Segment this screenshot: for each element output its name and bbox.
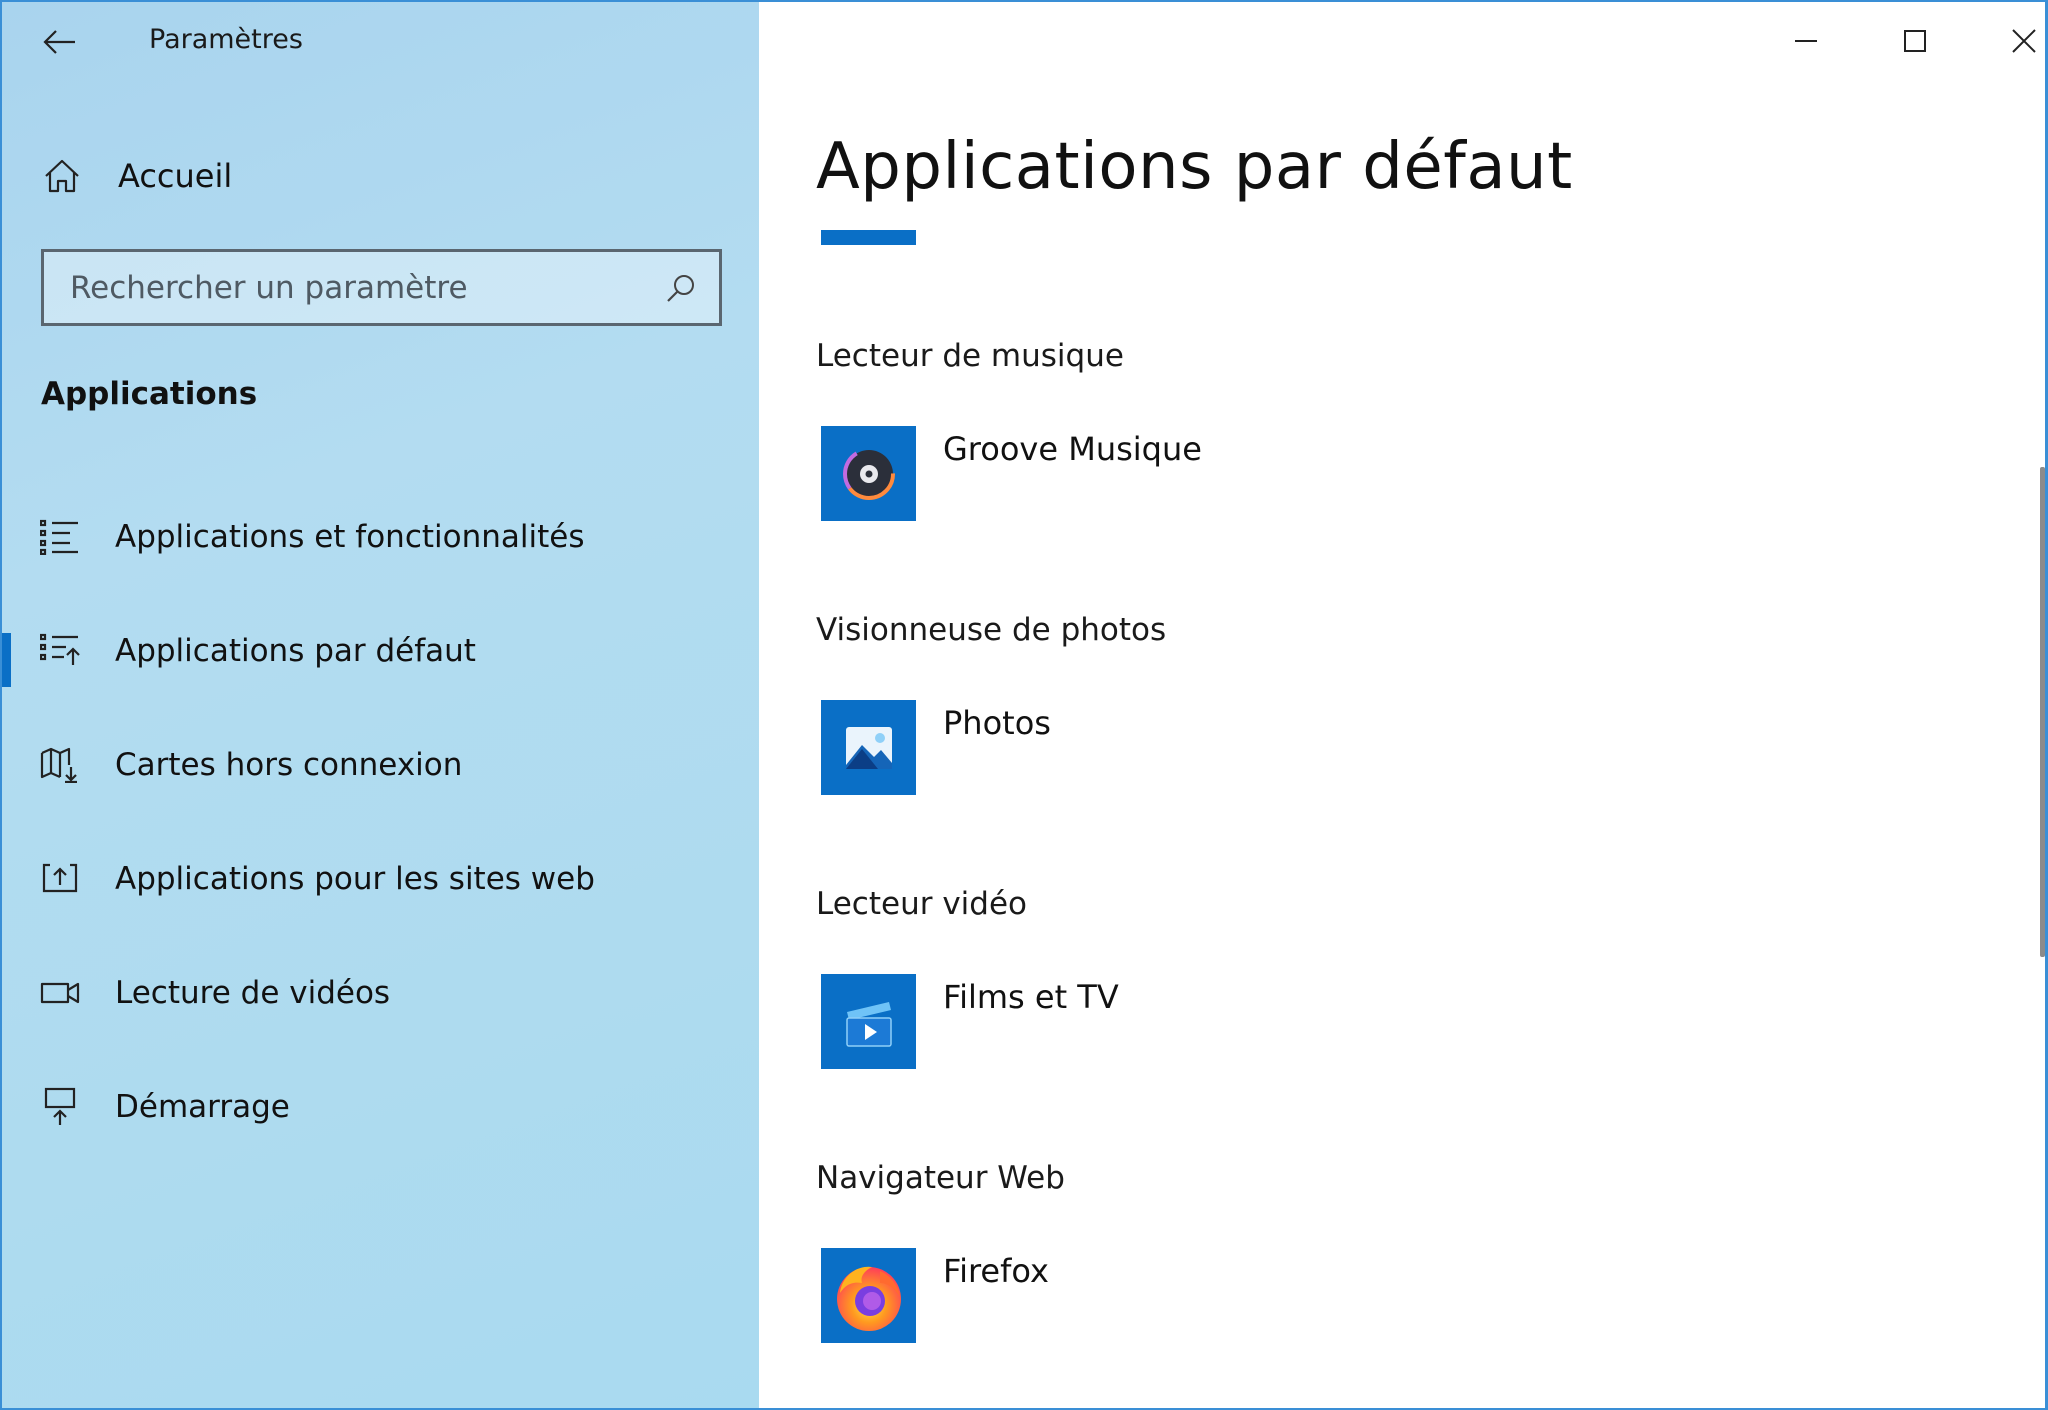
- section-title: Applications: [41, 376, 258, 412]
- category-label: Navigateur Web: [816, 1160, 1065, 1196]
- search-input[interactable]: Rechercher un paramètre: [41, 249, 722, 326]
- sidebar-item-label: Cartes hors connexion: [115, 747, 463, 783]
- search-icon[interactable]: [661, 268, 701, 308]
- sidebar-item-label: Applications par défaut: [115, 633, 476, 669]
- search-placeholder: Rechercher un paramètre: [70, 269, 468, 306]
- films-tv-icon: [821, 974, 916, 1069]
- sidebar-item-label: Applications et fonctionnalités: [115, 519, 585, 555]
- default-app-video[interactable]: Films et TV: [821, 974, 1521, 1070]
- groove-icon: [821, 426, 916, 521]
- sidebar-item-label: Lecture de vidéos: [115, 975, 391, 1011]
- default-app-music[interactable]: Groove Musique: [821, 426, 1521, 522]
- startup-icon: [38, 1085, 82, 1129]
- maximize-icon: [1904, 30, 1926, 52]
- map-download-icon: [38, 743, 82, 787]
- default-app-name: Firefox: [943, 1252, 1049, 1290]
- video-icon: [38, 971, 82, 1015]
- sidebar-item-video-playback[interactable]: Lecture de vidéos: [2, 936, 759, 1050]
- sidebar: Paramètres Accueil Rechercher un paramèt…: [2, 2, 759, 1408]
- maximize-button[interactable]: [1880, 14, 1950, 68]
- default-app-browser[interactable]: Firefox: [821, 1248, 1521, 1344]
- sidebar-item-label: Applications pour les sites web: [115, 861, 595, 897]
- sidebar-item-websites-apps[interactable]: Applications pour les sites web: [2, 822, 759, 936]
- scrollbar[interactable]: [2040, 467, 2045, 957]
- default-app-photos[interactable]: Photos: [821, 700, 1521, 796]
- main-panel: Applications par défaut Lecteur de musiq…: [759, 2, 2045, 1408]
- website-app-icon: [38, 857, 82, 901]
- photos-icon: [821, 700, 916, 795]
- close-button[interactable]: [1989, 14, 2045, 68]
- title-accent-bar: [821, 230, 916, 245]
- sidebar-item-offline-maps[interactable]: Cartes hors connexion: [2, 708, 759, 822]
- home-nav-item[interactable]: Accueil: [38, 150, 738, 202]
- sidebar-item-label: Démarrage: [115, 1089, 290, 1125]
- minimize-icon: [1795, 40, 1817, 42]
- default-app-name: Groove Musique: [943, 430, 1202, 468]
- sidebar-item-default-apps[interactable]: Applications par défaut: [2, 594, 759, 708]
- close-icon: [2012, 29, 2036, 53]
- sidebar-nav: Applications et fonctionnalités Applicat…: [2, 480, 759, 1164]
- settings-window: Paramètres Accueil Rechercher un paramèt…: [0, 0, 2048, 1410]
- page-title: Applications par défaut: [816, 130, 1573, 204]
- sidebar-item-startup[interactable]: Démarrage: [2, 1050, 759, 1164]
- category-label: Visionneuse de photos: [816, 612, 1167, 648]
- default-app-name: Photos: [943, 704, 1051, 742]
- sidebar-item-apps-features[interactable]: Applications et fonctionnalités: [2, 480, 759, 594]
- default-apps-icon: [38, 629, 82, 673]
- category-label: Lecteur de musique: [816, 338, 1124, 374]
- home-label: Accueil: [118, 157, 233, 195]
- category-label: Lecteur vidéo: [816, 886, 1027, 922]
- window-title: Paramètres: [149, 24, 303, 55]
- back-button[interactable]: [38, 22, 82, 62]
- default-app-name: Films et TV: [943, 978, 1119, 1016]
- home-icon: [38, 152, 86, 200]
- back-arrow-icon: [43, 30, 75, 54]
- minimize-button[interactable]: [1771, 14, 1841, 68]
- firefox-icon: [821, 1248, 916, 1343]
- list-icon: [38, 515, 82, 559]
